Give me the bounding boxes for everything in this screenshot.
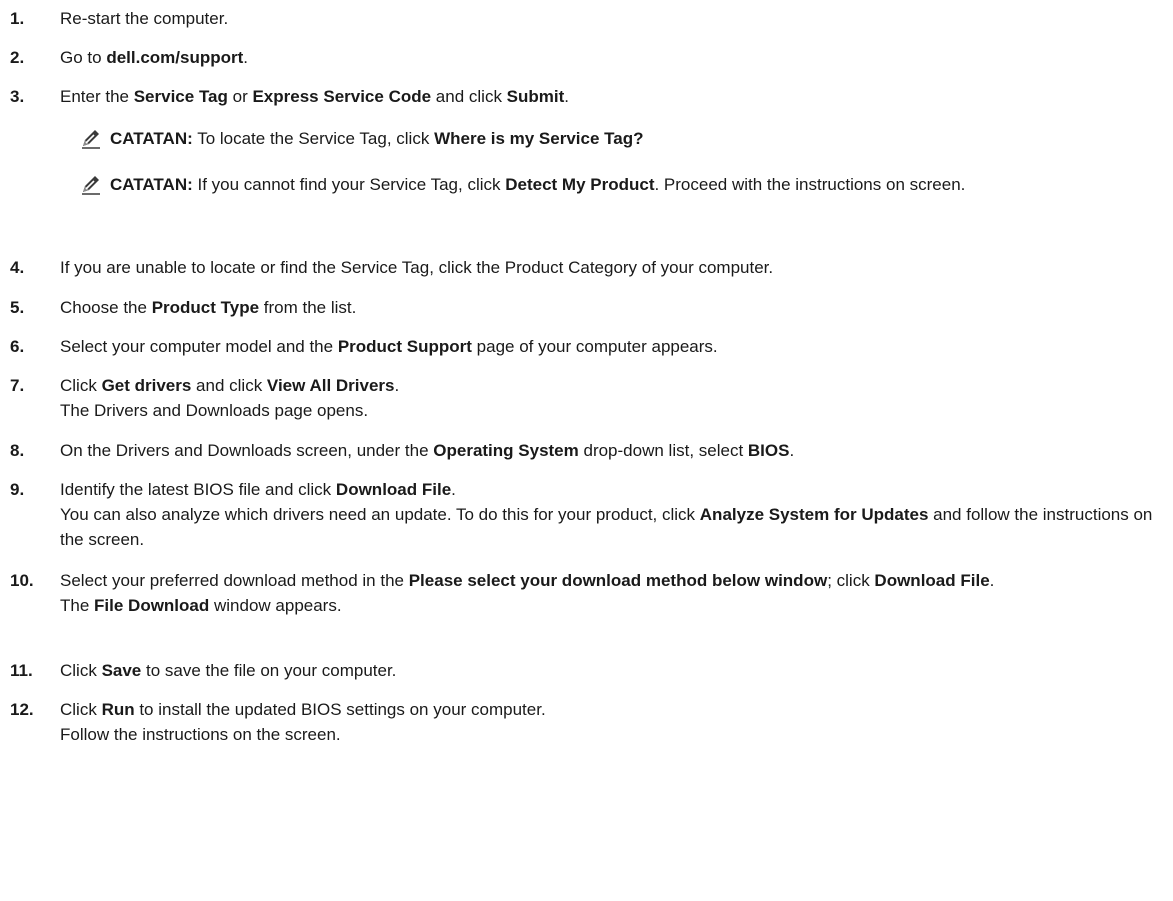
note-1: CATATAN: To locate the Service Tag, clic… [80,126,1160,151]
step-9: 9. Identify the latest BIOS file and cli… [10,477,1170,552]
step-text: Select your preferred download method in… [60,571,995,590]
step-subtext: You can also analyze which drivers need … [60,505,1153,549]
step-number: 4. [10,258,25,277]
step-number: 9. [10,480,25,499]
step-12: 12. Click Run to install the updated BIO… [10,697,1170,747]
note-text: CATATAN: If you cannot find your Service… [110,175,966,194]
step-number: 10. [10,571,34,590]
step-subtext: The Drivers and Downloads page opens. [60,401,369,420]
step-number: 8. [10,441,25,460]
pencil-note-icon [80,173,102,195]
step-number: 6. [10,337,25,356]
step-text: On the Drivers and Downloads screen, und… [60,441,795,460]
step-11: 11. Click Save to save the file on your … [10,658,1170,683]
step-number: 11. [10,661,33,680]
step-number: 3. [10,87,25,106]
step-10: 10. Select your preferred download metho… [10,568,1170,618]
step-6: 6. Select your computer model and the Pr… [10,334,1170,359]
note-text: CATATAN: To locate the Service Tag, clic… [110,129,644,148]
step-4: 4. If you are unable to locate or find t… [10,255,1170,280]
step-number: 1. [10,9,25,28]
step-text: Choose the Product Type from the list. [60,298,357,317]
step-number: 12. [10,700,34,719]
link-dell-support: dell.com/support [106,48,244,67]
step-text: Select your computer model and the Produ… [60,337,718,356]
step-subtext: Follow the instructions on the screen. [60,725,341,744]
step-5: 5. Choose the Product Type from the list… [10,295,1170,320]
step-text: Click Run to install the updated BIOS se… [60,700,546,719]
step-text: Go to dell.com/support. [60,48,249,67]
step-8: 8. On the Drivers and Downloads screen, … [10,438,1170,463]
step-text: If you are unable to locate or find the … [60,258,774,277]
pencil-note-icon [80,127,102,149]
step-text: Enter the Service Tag or Express Service… [60,87,570,106]
instructions-document: 1. Re-start the computer. 2. Go to dell.… [0,0,1173,901]
note-2: CATATAN: If you cannot find your Service… [80,172,1160,197]
step-1: 1. Re-start the computer. [10,6,1170,31]
step-2: 2. Go to dell.com/support. [10,45,1170,70]
step-number: 7. [10,376,25,395]
step-number: 2. [10,48,25,67]
step-subtext: The File Download window appears. [60,596,342,615]
step-7: 7. Click Get drivers and click View All … [10,373,1170,423]
step-text: Click Get drivers and click View All Dri… [60,376,400,395]
step-number: 5. [10,298,25,317]
step-text: Click Save to save the file on your comp… [60,661,397,680]
step-text: Identify the latest BIOS file and click … [60,480,456,499]
step-text: Re-start the computer. [60,9,229,28]
step-3: 3. Enter the Service Tag or Express Serv… [10,84,1170,109]
